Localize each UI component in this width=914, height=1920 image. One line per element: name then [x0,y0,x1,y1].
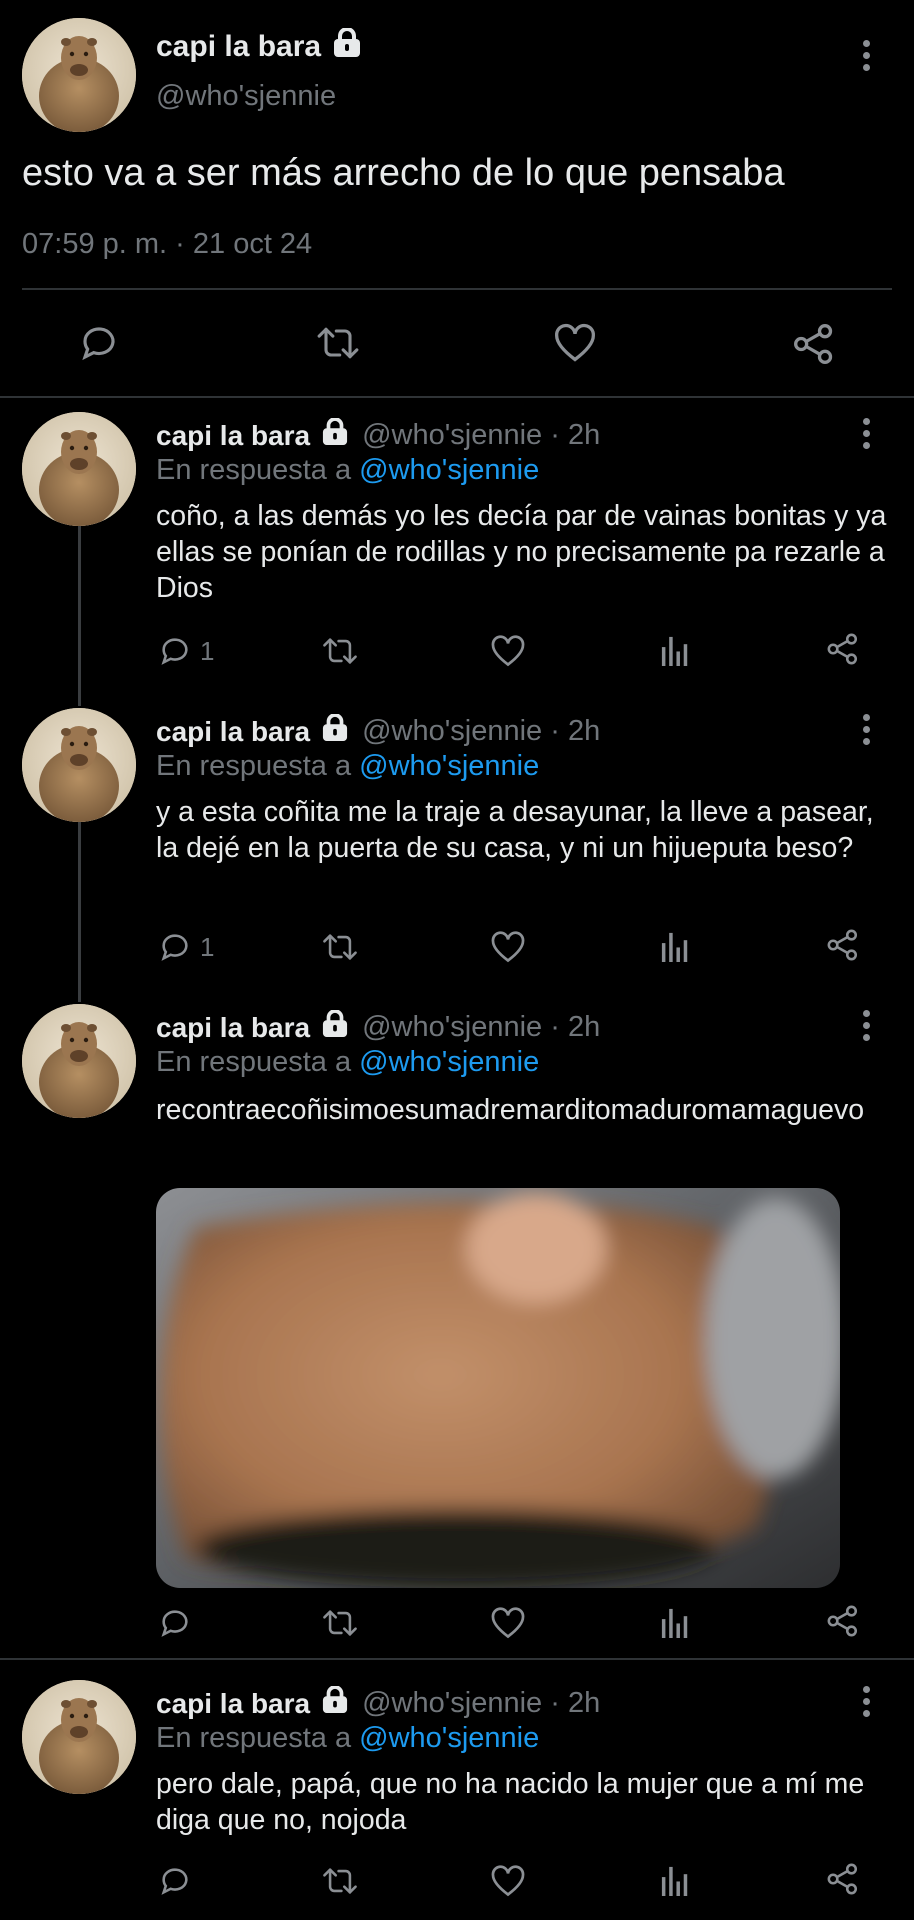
lock-icon [333,27,361,66]
in-reply-to: En respuesta a @who'sjennie [156,1722,539,1755]
lock-icon [322,417,348,453]
reply-text: pero dale, papá, que no ha nacido la muj… [156,1768,865,1836]
mention-link[interactable]: @who'sjennie [359,1046,539,1078]
separator [0,1658,914,1660]
tweet-timestamp: 07:59 p. m. · 21 oct 24 [22,228,312,261]
retweet-icon[interactable] [320,1864,360,1898]
heart-icon[interactable] [490,1606,526,1640]
in-reply-to: En respuesta a @who'sjennie [156,454,539,487]
tweet-time: 07:59 p. m. [22,228,168,260]
tweet-text: esto va a ser más arrecho de lo que pens… [22,152,785,194]
reply-icon[interactable]: 1 [158,634,214,668]
reply-icon[interactable] [158,1606,200,1640]
in-reply-to: En respuesta a @who'sjennie [156,750,539,783]
heart-icon[interactable] [553,322,597,364]
retweet-icon[interactable] [320,634,360,668]
views-icon[interactable] [660,634,690,666]
reply-text: recontraecoñisimoesumadremarditomaduroma… [156,1094,865,1126]
author-handle[interactable]: @who'sjennie · 2h [362,419,600,452]
more-icon[interactable] [863,1010,871,1046]
views-icon[interactable] [660,1864,690,1896]
share-icon[interactable] [826,632,860,666]
lock-icon [322,1685,348,1721]
author-row: capi la bara @who'sjennie · 2h [156,1009,600,1045]
author-name[interactable]: capi la bara [156,1688,310,1720]
reply-icon[interactable] [78,322,120,364]
reply-tweet: capi la bara @who'sjennie · 2h En respue… [0,708,914,978]
retweet-icon[interactable] [320,930,360,964]
heart-icon[interactable] [490,1864,526,1898]
in-reply-prefix: En respuesta a [156,1722,360,1754]
heart-icon[interactable] [490,930,526,964]
retweet-icon[interactable] [314,322,362,364]
in-reply-prefix: En respuesta a [156,750,360,782]
views-icon[interactable] [660,1606,690,1638]
reply-icon[interactable] [158,1864,200,1898]
share-icon[interactable] [826,1862,860,1896]
reply-icon[interactable]: 1 [158,930,214,964]
avatar[interactable] [22,1004,136,1118]
views-icon[interactable] [660,930,690,962]
separator [0,396,914,398]
action-bar [0,312,914,372]
divider [22,288,892,290]
more-icon[interactable] [863,714,871,750]
reply-tweet: capi la bara @who'sjennie · 2h En respue… [0,1680,914,1880]
meta-separator: · [167,228,193,260]
heart-icon[interactable] [490,634,526,668]
retweet-icon[interactable] [320,1606,360,1640]
reply-text: y a esta coñita me la traje a desayunar,… [156,796,874,864]
share-icon[interactable] [826,928,860,962]
author-handle[interactable]: @who'sjennie · 2h [362,1687,600,1720]
author-name[interactable]: capi la bara [156,716,310,748]
avatar[interactable] [22,708,136,822]
reply-tweet: capi la bara @who'sjennie · 2h En respue… [0,412,914,682]
in-reply-prefix: En respuesta a [156,454,360,486]
reply-count: 1 [200,635,215,666]
reply-tweet: capi la bara @who'sjennie · 2h En respue… [0,1004,914,1604]
reply-text: coño, a las demás yo les decía par de va… [156,500,887,604]
more-icon[interactable] [863,1686,871,1722]
in-reply-prefix: En respuesta a [156,1046,360,1078]
mention-link[interactable]: @who'sjennie [359,1722,539,1754]
author-name[interactable]: capi la bara [156,420,310,452]
avatar[interactable] [22,1680,136,1794]
share-icon[interactable] [826,1604,860,1638]
tweet-date: 21 oct 24 [192,228,313,260]
author-handle[interactable]: @who'sjennie · 2h [362,715,600,748]
share-icon[interactable] [792,322,836,366]
more-icon[interactable] [863,40,871,76]
author-row: capi la bara [156,27,361,66]
lock-icon [322,1009,348,1045]
author-handle[interactable]: @who'sjennie [156,80,336,113]
reply-count: 1 [200,931,215,962]
more-icon[interactable] [863,418,871,454]
author-name[interactable]: capi la bara [156,1012,310,1044]
main-tweet: capi la bara @who'sjennie esto va a ser … [0,0,914,398]
mention-link[interactable]: @who'sjennie [359,454,539,486]
author-name[interactable]: capi la bara [156,30,321,64]
author-row: capi la bara @who'sjennie · 2h [156,1685,600,1721]
author-row: capi la bara @who'sjennie · 2h [156,713,600,749]
author-handle[interactable]: @who'sjennie · 2h [362,1011,600,1044]
avatar[interactable] [22,18,136,132]
media-image[interactable] [156,1188,840,1588]
avatar[interactable] [22,412,136,526]
author-row: capi la bara @who'sjennie · 2h [156,417,600,453]
mention-link[interactable]: @who'sjennie [359,750,539,782]
in-reply-to: En respuesta a @who'sjennie [156,1046,539,1079]
lock-icon [322,713,348,749]
